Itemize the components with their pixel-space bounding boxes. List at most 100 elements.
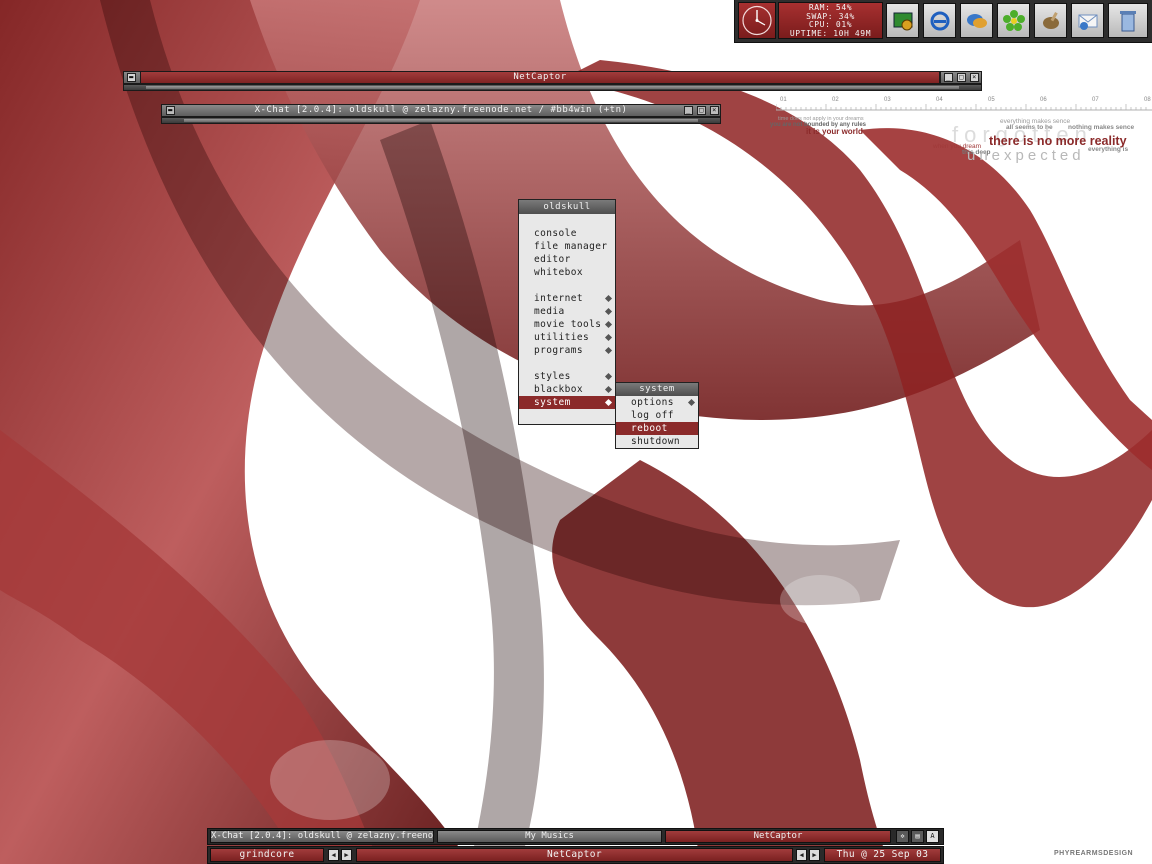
menu-title[interactable]: oldskull xyxy=(519,200,615,214)
close-icon[interactable]: × xyxy=(710,106,719,115)
menu-item[interactable]: movie tools xyxy=(519,318,615,331)
submenu-item[interactable]: options xyxy=(616,396,698,409)
minimize-icon[interactable]: _ xyxy=(684,106,693,115)
ruler-label: 08 xyxy=(1144,97,1151,103)
window-label[interactable]: NetCaptor xyxy=(356,848,793,862)
ruler-label: 05 xyxy=(988,97,995,103)
menu-item-label: console xyxy=(534,228,577,239)
menu-item-label: blackbox xyxy=(534,384,583,395)
menu-item-label: styles xyxy=(534,371,571,382)
menu-item-label: editor xyxy=(534,254,571,265)
ruler-label: 04 xyxy=(936,97,943,103)
netcaptor-handle[interactable] xyxy=(123,84,982,91)
task-my-musics[interactable]: My Musics xyxy=(437,830,662,843)
ruler-label: 03 xyxy=(884,97,891,103)
menu-item[interactable]: file manager xyxy=(519,240,615,253)
netcaptor-titlebar[interactable]: NetCaptor xyxy=(140,71,940,84)
menu-item-label: file manager xyxy=(534,241,608,252)
menu-item-label: movie tools xyxy=(534,319,602,330)
window-prev-icon[interactable]: ◀ xyxy=(796,849,807,861)
messenger-icon[interactable] xyxy=(960,3,993,38)
menu-item[interactable]: utilities xyxy=(519,331,615,344)
netcaptor-title: NetCaptor xyxy=(513,72,567,82)
slogan-text: everything is xyxy=(1088,146,1129,153)
menu-item-label: media xyxy=(534,306,565,317)
menu-item[interactable]: whitebox xyxy=(519,266,615,279)
slogan-text: it is your world xyxy=(806,127,863,136)
gear-tray-icon[interactable]: ✲ xyxy=(896,830,909,843)
system-monitor: RAM: 54% SWAP: 34% CPU: 01% UPTIME: 10H … xyxy=(778,2,883,39)
system-submenu: system options log off reboot shutdown xyxy=(615,382,699,449)
menu-item[interactable]: internet xyxy=(519,292,615,305)
minimize-icon[interactable]: ▬ xyxy=(127,73,136,82)
menu-item[interactable]: editor xyxy=(519,253,615,266)
submenu-arrow-icon xyxy=(604,346,613,355)
menu-item[interactable]: media xyxy=(519,305,615,318)
ruler-label: 01 xyxy=(780,97,787,103)
submenu-arrow-icon xyxy=(687,398,696,407)
workspace-next-icon[interactable]: ▶ xyxy=(341,849,352,861)
icq-flower-icon[interactable] xyxy=(997,3,1030,38)
xchat-handle[interactable] xyxy=(161,117,721,124)
netcaptor-window-controls: _ □ × xyxy=(940,71,982,84)
task-xchat[interactable]: X-Chat [2.0.4]: oldskull @ zelazny.freen… xyxy=(210,830,434,843)
ruler-label: 02 xyxy=(832,97,839,103)
submenu-item-label: log off xyxy=(631,410,674,421)
maximize-icon[interactable]: □ xyxy=(957,73,966,82)
window-next-icon[interactable]: ▶ xyxy=(809,849,820,861)
toolbar-clock: Thu @ 25 Sep 03 xyxy=(824,848,941,862)
gimp-icon[interactable] xyxy=(1034,3,1067,38)
workspace-prev-icon[interactable]: ◀ xyxy=(328,849,339,861)
submenu-arrow-icon xyxy=(604,294,613,303)
submenu-title[interactable]: system xyxy=(616,383,698,396)
submenu-item-label: reboot xyxy=(631,423,668,434)
desktop-slogans: 01 02 03 04 05 06 07 08 time does not apply in … xyxy=(770,96,1152,176)
ruler-label: 06 xyxy=(1040,97,1047,103)
submenu-item[interactable]: reboot xyxy=(616,422,698,435)
submenu-arrow-icon xyxy=(604,398,613,407)
analog-clock-icon xyxy=(738,2,776,39)
slogan-text: unexpected xyxy=(967,147,1085,164)
submenu-item[interactable]: log off xyxy=(616,409,698,422)
minimize-icon[interactable]: _ xyxy=(944,73,953,82)
submenu-arrow-icon xyxy=(604,385,613,394)
close-icon[interactable]: × xyxy=(970,73,979,82)
submenu-arrow-icon xyxy=(604,307,613,316)
submenu-item-label: options xyxy=(631,397,674,408)
menu-item[interactable]: blackbox xyxy=(519,383,615,396)
netcaptor-iconify-area[interactable]: ▬ xyxy=(123,71,141,84)
ruler-label: 07 xyxy=(1092,97,1099,103)
recycle-bin-icon[interactable] xyxy=(1108,3,1148,38)
task-netcaptor[interactable]: NetCaptor xyxy=(665,830,891,843)
xchat-titlebar[interactable]: ▬ X-Chat [2.0.4]: oldskull @ zelazny.fre… xyxy=(161,104,721,117)
designer-credit: PHYREARMSDESIGN xyxy=(1054,850,1134,857)
image-viewer-icon[interactable] xyxy=(886,3,919,38)
top-toolbar: RAM: 54% SWAP: 34% CPU: 01% UPTIME: 10H … xyxy=(734,0,1152,43)
maximize-icon[interactable]: □ xyxy=(697,106,706,115)
window-menu-icon[interactable]: ▬ xyxy=(166,106,175,115)
menu-item[interactable]: console xyxy=(519,227,615,240)
menu-item[interactable]: programs xyxy=(519,344,615,357)
mail-icon[interactable] xyxy=(1071,3,1104,38)
menu-item-label: system xyxy=(534,397,571,408)
taskbar: X-Chat [2.0.4]: oldskull @ zelazny.freen… xyxy=(207,828,944,845)
menu-item[interactable]: system xyxy=(519,396,615,409)
keyboard-tray-icon[interactable]: ▤ xyxy=(911,830,924,843)
xchat-title: X-Chat [2.0.4]: oldskull @ zelazny.freen… xyxy=(254,105,628,115)
menu-item-label: internet xyxy=(534,293,583,304)
root-menu: oldskull console file manager editor whiteb… xyxy=(518,199,616,425)
menu-item[interactable]: styles xyxy=(519,370,615,383)
menu-item-label: utilities xyxy=(534,332,590,343)
language-tray-icon[interactable]: A xyxy=(926,830,939,843)
menu-item-label: whitebox xyxy=(534,267,583,278)
menu-item-label: programs xyxy=(534,345,583,356)
submenu-item[interactable]: shutdown xyxy=(616,435,698,448)
workspace-label[interactable]: grindcore xyxy=(210,848,324,862)
submenu-arrow-icon xyxy=(604,333,613,342)
internet-explorer-icon[interactable] xyxy=(923,3,956,38)
submenu-arrow-icon xyxy=(604,320,613,329)
submenu-arrow-icon xyxy=(604,372,613,381)
submenu-item-label: shutdown xyxy=(631,436,680,447)
uptime: UPTIME: 10H 49M xyxy=(789,28,872,38)
blackbox-toolbar: grindcore ◀ ▶ NetCaptor ◀ ▶ Thu @ 25 Sep… xyxy=(207,846,944,864)
